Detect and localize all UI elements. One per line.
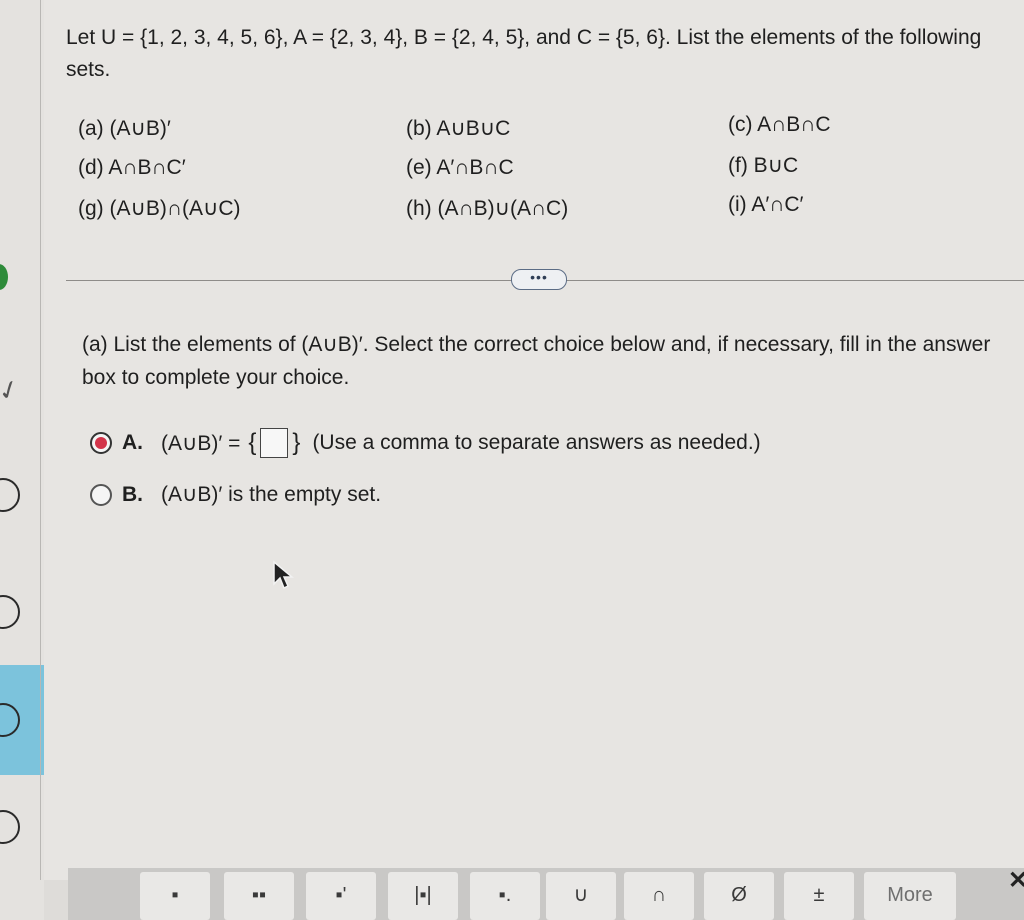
exponent-button[interactable]: ▪' [306, 872, 376, 920]
expand-button[interactable]: ••• [511, 269, 567, 290]
part-b-label: (b) A∪B∪C [406, 117, 511, 140]
choice-a-letter: A. [122, 431, 143, 454]
question-prompt: Let U = {1, 2, 3, 4, 5, 6}, A = {2, 3, 4… [66, 26, 982, 81]
part-c-label: (c) A∩B∩C [728, 113, 831, 136]
choice-b-radio[interactable] [90, 483, 112, 506]
rail-divider [40, 0, 41, 880]
part-h-label: (h) (A∩B)∪(A∩C) [406, 197, 569, 220]
part-i-label: (i) A′∩C′ [728, 193, 804, 216]
choice-a[interactable]: A. (A∪B)′ = { } (Use a comma to separate… [90, 428, 761, 458]
empty-set-button[interactable]: Ø [704, 872, 774, 920]
mixed-number-button[interactable]: ▪▪ [224, 872, 294, 920]
choice-b-letter: B. [122, 482, 143, 506]
part-e-label: (e) A′∩B∩C [406, 156, 514, 179]
plus-minus-button[interactable]: ± [784, 872, 854, 920]
choice-b-text: (A∪B)′ is the empty set. [161, 483, 382, 506]
part-d-label: (d) A∩B∩C′ [78, 156, 186, 179]
more-button[interactable]: More [864, 872, 956, 920]
part-g-label: (g) (A∪B)∩(A∪C) [78, 197, 241, 220]
part-f-label: (f) B∪C [728, 154, 799, 177]
question-rail [0, 0, 44, 920]
close-icon[interactable]: ✕ [1008, 866, 1024, 895]
answer-input-box[interactable] [260, 428, 289, 458]
brace-open: { [248, 429, 257, 456]
part-a-label: (a) (A∪B)′ [78, 117, 171, 140]
union-button[interactable]: ∪ [546, 872, 616, 920]
brace-close: } [292, 429, 301, 456]
absolute-value-button[interactable]: |▪| [388, 872, 458, 920]
choice-a-expression: (A∪B)′ = [161, 431, 241, 455]
fraction-button[interactable]: ▪ [140, 872, 210, 920]
mouse-pointer-icon [273, 560, 294, 590]
decimal-button[interactable]: ▪. [470, 872, 540, 920]
subquestion-text: (a) List the elements of (A∪B)′. Select … [82, 333, 991, 389]
choice-b[interactable]: B. (A∪B)′ is the empty set. [90, 482, 381, 507]
choice-a-radio[interactable] [90, 432, 112, 454]
choice-a-hint: (Use a comma to separate answers as need… [312, 431, 761, 454]
intersection-button[interactable]: ∩ [624, 872, 694, 920]
